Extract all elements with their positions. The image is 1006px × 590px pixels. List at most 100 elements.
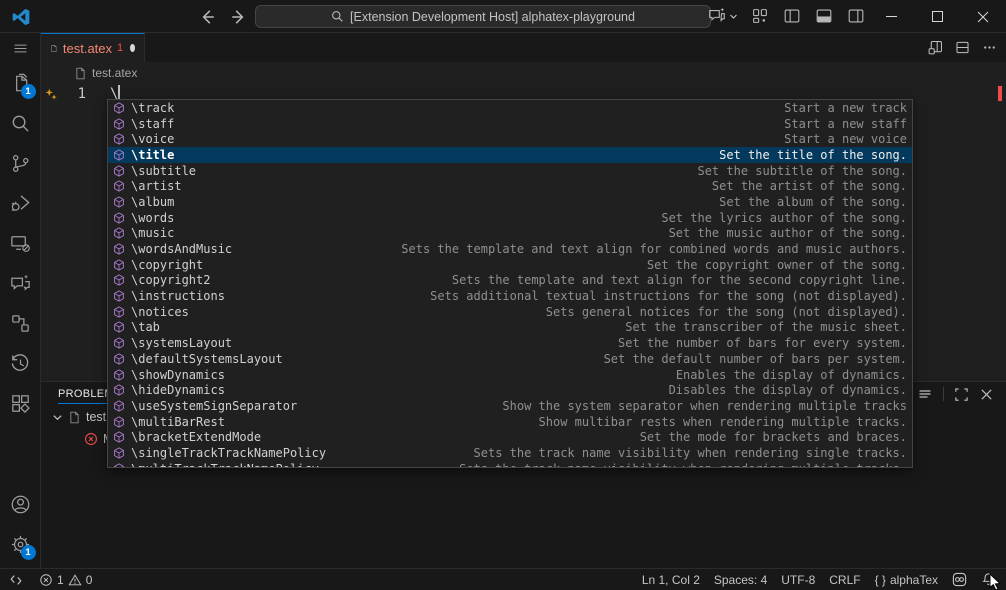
suggestion-item[interactable]: \multiBarRest Show multibar rests when r… [108,414,912,430]
suggestion-detail: Show multibar rests when rendering multi… [539,415,907,429]
suggestion-item[interactable]: \staff Start a new staff [108,116,912,132]
suggestion-label: \music [131,226,174,240]
copilot-chat-button[interactable] [707,6,738,26]
history-icon [9,352,32,375]
suggestion-item[interactable]: \title Set the title of the song. [108,147,912,163]
customize-layout-icon[interactable] [750,6,770,26]
sidebar-item-run-debug[interactable] [0,183,41,223]
suggestion-detail: Start a new track [784,101,907,115]
toggle-panel-icon[interactable] [814,6,834,26]
sidebar-item-explorer[interactable]: 1 [0,63,41,103]
suggestion-item[interactable]: \music Set the music author of the song. [108,226,912,242]
toggle-primary-sidebar-icon[interactable] [782,6,802,26]
remote-explorer-icon [9,232,32,255]
encoding[interactable]: UTF-8 [774,569,822,590]
activity-bar: 1 [0,33,41,568]
warning-count: 0 [86,573,93,587]
suggestion-detail: Enables the display of dynamics. [676,368,907,382]
suggestion-item[interactable]: \copyright Set the copyright owner of th… [108,257,912,273]
suggestion-item[interactable]: \instructions Sets additional textual in… [108,288,912,304]
sidebar-item-custom-1[interactable] [0,303,41,343]
close-panel-icon[interactable] [979,387,994,402]
method-icon [112,258,126,272]
sidebar-item-source-control[interactable] [0,143,41,183]
method-icon [112,132,126,146]
suggestion-item[interactable]: \album Set the album of the song. [108,194,912,210]
suggestion-detail: Start a new staff [784,117,907,131]
suggestion-item[interactable]: \tab Set the transcriber of the music sh… [108,320,912,336]
menu-button[interactable] [0,33,41,63]
sidebar-item-remote-explorer[interactable] [0,223,41,263]
language-mode[interactable]: { } alphaTex [868,569,945,590]
suggestion-item[interactable]: \voice Start a new voice [108,131,912,147]
mouse-cursor [988,573,1004,590]
sidebar-item-custom-2[interactable] [0,383,41,423]
suggestion-item[interactable]: \subtitle Set the subtitle of the song. [108,163,912,179]
toggle-secondary-sidebar-icon[interactable] [846,6,866,26]
method-icon [112,242,126,256]
suggestion-item[interactable]: \artist Set the artist of the song. [108,178,912,194]
suggestion-item[interactable]: \useSystemSignSeparator Show the system … [108,398,912,414]
navigate-back-icon[interactable] [198,8,216,26]
suggestion-label: \title [131,148,174,162]
suggestion-label: \notices [131,305,189,319]
breadcrumb[interactable]: test.atex [41,62,1006,84]
suggestion-item[interactable]: \showDynamics Enables the display of dyn… [108,367,912,383]
tab-test-atex[interactable]: test.atex 1 [41,33,145,62]
suggestion-item[interactable]: \notices Sets general notices for the so… [108,304,912,320]
method-icon [112,352,126,366]
suggestion-detail: Set the lyrics author of the song. [661,211,907,225]
close-button[interactable] [960,0,1006,33]
suggestion-label: \copyright [131,258,203,272]
suggestion-item[interactable]: \copyright2 Sets the template and text a… [108,273,912,289]
view-as-table-icon[interactable] [917,386,933,402]
suggestion-item[interactable]: \systemsLayout Set the number of bars fo… [108,335,912,351]
suggestion-item[interactable]: \track Start a new track [108,100,912,116]
sidebar-item-search[interactable] [0,103,41,143]
suggestion-item[interactable]: \words Set the lyrics author of the song… [108,210,912,226]
separator [943,387,944,401]
suggestion-label: \voice [131,132,174,146]
more-actions-icon[interactable] [981,39,998,56]
alphatab-icon [952,572,967,587]
eol-sequence[interactable]: CRLF [822,569,867,590]
suggestion-detail: Sets the template and text align for the… [452,273,907,287]
suggestion-item[interactable]: \bracketExtendMode Set the mode for brac… [108,429,912,445]
suggestion-label: \singleTrackTrackNamePolicy [131,446,326,460]
suggestion-label: \instructions [131,289,225,303]
suggestion-item[interactable]: \hideDynamics Disables the display of dy… [108,382,912,398]
suggest-widget: \track Start a new track \staff Start a … [107,99,913,468]
breadcrumb-file: test.atex [92,66,137,80]
maximize-button[interactable] [914,0,960,33]
run-debug-icon [9,192,32,215]
method-icon [112,446,126,460]
suggestion-item[interactable]: \multiTrackTrackNamePolicy Sets the trac… [108,461,912,468]
maximize-panel-icon[interactable] [954,387,969,402]
file-icon [68,411,81,424]
minimize-button[interactable] [868,0,914,33]
accounts-button[interactable] [0,484,41,524]
extension-status-button[interactable] [945,569,974,590]
navigate-forward-icon[interactable] [230,8,248,26]
suggestion-label: \multiTrackTrackNamePolicy [131,462,319,468]
settings-button[interactable]: 1 [0,524,41,564]
command-center[interactable]: [Extension Development Host] alphatex-pl… [255,5,711,28]
sidebar-item-chat[interactable] [0,263,41,303]
suggestion-item[interactable]: \wordsAndMusic Sets the template and tex… [108,241,912,257]
suggestion-detail: Show the system separator when rendering… [502,399,907,413]
sidebar-item-timeline[interactable] [0,343,41,383]
method-icon [112,101,126,115]
method-icon [112,399,126,413]
method-icon [112,430,126,444]
split-editor-icon[interactable] [954,39,971,56]
sparkle-quickfix-icon[interactable] [44,87,58,101]
modified-dot-icon[interactable] [130,44,135,52]
cursor-position[interactable]: Ln 1, Col 2 [635,569,707,590]
suggestion-item[interactable]: \singleTrackTrackNamePolicy Sets the tra… [108,445,912,461]
open-preview-icon[interactable] [927,39,944,56]
indentation[interactable]: Spaces: 4 [707,569,774,590]
close-icon [977,11,989,23]
remote-indicator[interactable] [0,569,32,590]
suggestion-item[interactable]: \defaultSystemsLayout Set the default nu… [108,351,912,367]
problems-summary[interactable]: 1 0 [32,569,99,590]
